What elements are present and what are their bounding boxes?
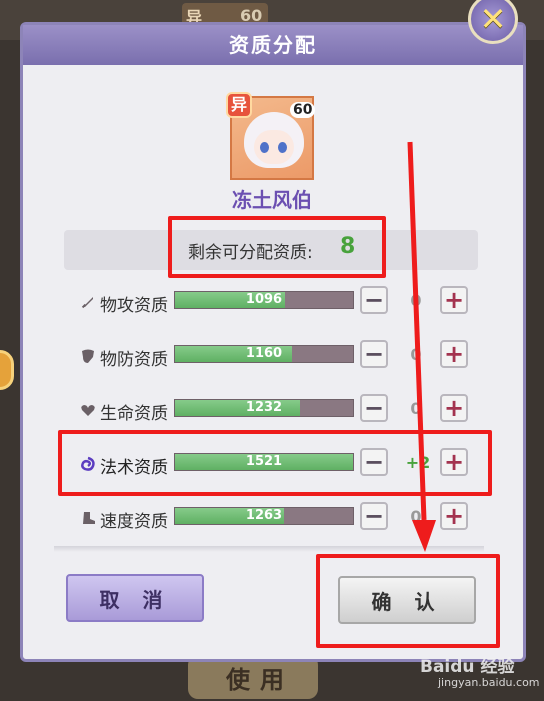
hero-name: 冻土风伯: [232, 188, 312, 212]
stat-label: 生命资质: [100, 404, 168, 424]
dialog-header: 资质分配: [23, 25, 523, 65]
avatar-eye: [260, 142, 269, 153]
watermark-url: jingyan.baidu.com: [438, 676, 540, 689]
highlight-confirm-box: [316, 554, 500, 648]
stat-value: 1232: [245, 400, 283, 415]
stat-value: 1096: [245, 292, 283, 307]
avatar-eye: [278, 142, 287, 153]
increase-button[interactable]: +: [440, 394, 468, 422]
close-x-icon: ✕: [479, 0, 507, 38]
stat-label: 速度资质: [100, 512, 168, 532]
stat-bar: 1096: [174, 291, 354, 309]
increase-button[interactable]: +: [440, 286, 468, 314]
increase-button[interactable]: +: [440, 502, 468, 530]
decrease-button[interactable]: −: [360, 340, 388, 368]
boot-icon: [83, 512, 95, 524]
allocated-points: 0: [410, 399, 422, 418]
stat-bar: 1263: [174, 507, 354, 525]
hero-rarity-badge: 异: [226, 92, 252, 118]
stat-label: 物防资质: [100, 350, 168, 370]
decrease-button[interactable]: −: [360, 286, 388, 314]
stat-label: 物攻资质: [100, 296, 168, 316]
sword-icon: [81, 297, 93, 309]
increase-button[interactable]: +: [440, 340, 468, 368]
watermark-logo: Baidu 经验: [420, 657, 515, 677]
dialog-title: 资质分配: [229, 33, 317, 57]
decrease-button[interactable]: −: [360, 394, 388, 422]
allocated-points: 0: [410, 345, 422, 364]
decrease-button[interactable]: −: [360, 502, 388, 530]
highlight-remaining-box: [168, 216, 386, 278]
highlight-magic-row-box: [58, 430, 492, 496]
stat-value: 1263: [245, 508, 283, 523]
stat-bar: 1232: [174, 399, 354, 417]
allocated-points: 0: [410, 507, 422, 526]
background-orb-icon: [0, 350, 14, 390]
stat-bar: 1160: [174, 345, 354, 363]
hero-level: 60: [290, 102, 316, 118]
stat-value: 1160: [245, 346, 283, 361]
allocated-points: 0: [410, 291, 422, 310]
shield-icon: [82, 349, 94, 363]
heart-icon: [81, 405, 95, 416]
divider: [54, 546, 484, 552]
cancel-button[interactable]: 取 消: [66, 574, 204, 622]
background-use-label: 使用: [226, 666, 294, 694]
